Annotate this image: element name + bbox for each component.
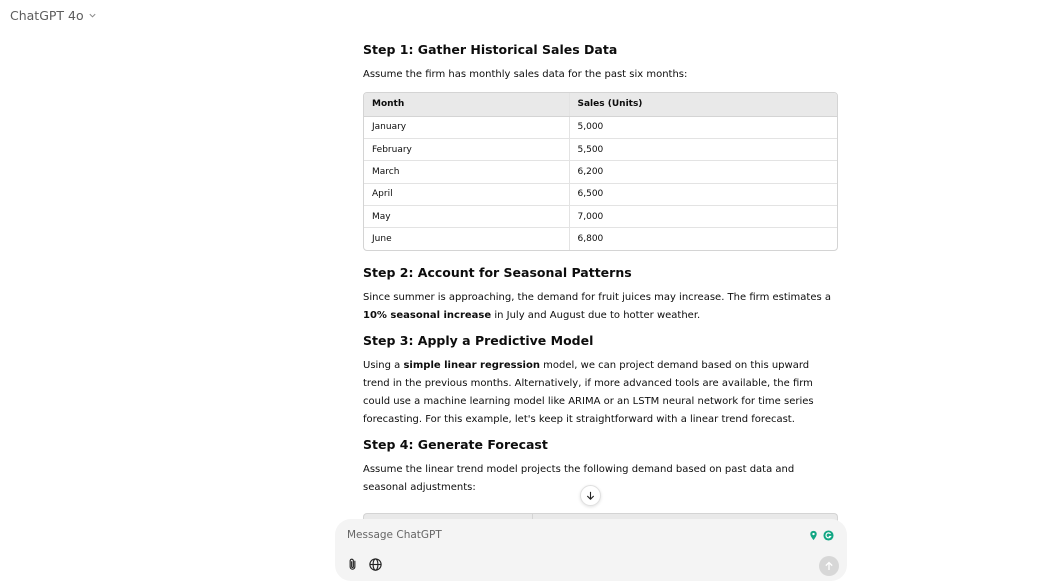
step2-bold: 10% seasonal increase: [363, 310, 492, 322]
cell-month: March: [364, 160, 570, 184]
arrow-down-icon: [586, 491, 595, 500]
map-pin-icon[interactable]: [807, 529, 820, 542]
step4-heading: Step 4: Generate Forecast: [363, 437, 548, 453]
web-search-button[interactable]: [367, 556, 384, 573]
cell-sales: 6,500: [569, 183, 837, 207]
model-switcher[interactable]: ChatGPT 4o: [10, 8, 97, 23]
extension-icons: [807, 529, 835, 542]
table-row: June 6,800: [364, 227, 837, 251]
cell-month: April: [364, 183, 570, 207]
column-header-sales: Sales (Units): [569, 93, 837, 117]
step3-text-before: Using a: [363, 360, 404, 372]
paperclip-icon: [349, 558, 356, 570]
send-button[interactable]: [819, 556, 839, 576]
chevron-down-icon: [89, 13, 96, 18]
attach-button[interactable]: [344, 556, 361, 573]
step2-paragraph: Since summer is approaching, the demand …: [363, 289, 838, 325]
cell-month: June: [364, 227, 570, 251]
step2-heading: Step 2: Account for Seasonal Patterns: [363, 265, 632, 281]
table-row: March 6,200: [364, 160, 837, 184]
cell-sales: 6,200: [569, 160, 837, 184]
model-label: ChatGPT 4o: [10, 8, 84, 23]
step3-paragraph: Using a simple linear regression model, …: [363, 357, 838, 429]
table-row: February 5,500: [364, 138, 837, 162]
cell-month: February: [364, 138, 570, 162]
arrow-up-icon: [825, 561, 833, 570]
step3-heading: Step 3: Apply a Predictive Model: [363, 333, 594, 349]
cell-month: January: [364, 116, 570, 139]
column-header-month: Month: [364, 93, 570, 117]
step1-intro: Assume the firm has monthly sales data f…: [363, 69, 688, 80]
table-row: January 5,000: [364, 116, 837, 139]
step2-text-before: Since summer is approaching, the demand …: [363, 292, 832, 304]
sales-table: Month Sales (Units) January 5,000 Februar…: [363, 92, 838, 252]
globe-icon: [369, 558, 382, 571]
step3-bold: simple linear regression: [403, 360, 540, 372]
cell-sales: 7,000: [569, 205, 837, 229]
cell-sales: 5,500: [569, 138, 837, 162]
composer: [335, 519, 847, 581]
message-input[interactable]: [347, 529, 747, 541]
step2-text-after: in July and August due to hotter weather…: [491, 310, 701, 322]
table-row: May 7,000: [364, 205, 837, 229]
grammarly-icon[interactable]: [822, 529, 835, 542]
table-header-row: Month Sales (Units): [364, 93, 837, 117]
cell-sales: 6,800: [577, 234, 604, 245]
table-row: April 6,500: [364, 183, 837, 207]
cell-sales: 5,000: [569, 116, 837, 139]
step1-heading: Step 1: Gather Historical Sales Data: [363, 42, 618, 57]
cell-month: May: [364, 205, 570, 229]
assistant-message: Step 1: Gather Historical Sales Data Ass…: [363, 42, 838, 505]
scroll-down-button[interactable]: [580, 485, 601, 506]
